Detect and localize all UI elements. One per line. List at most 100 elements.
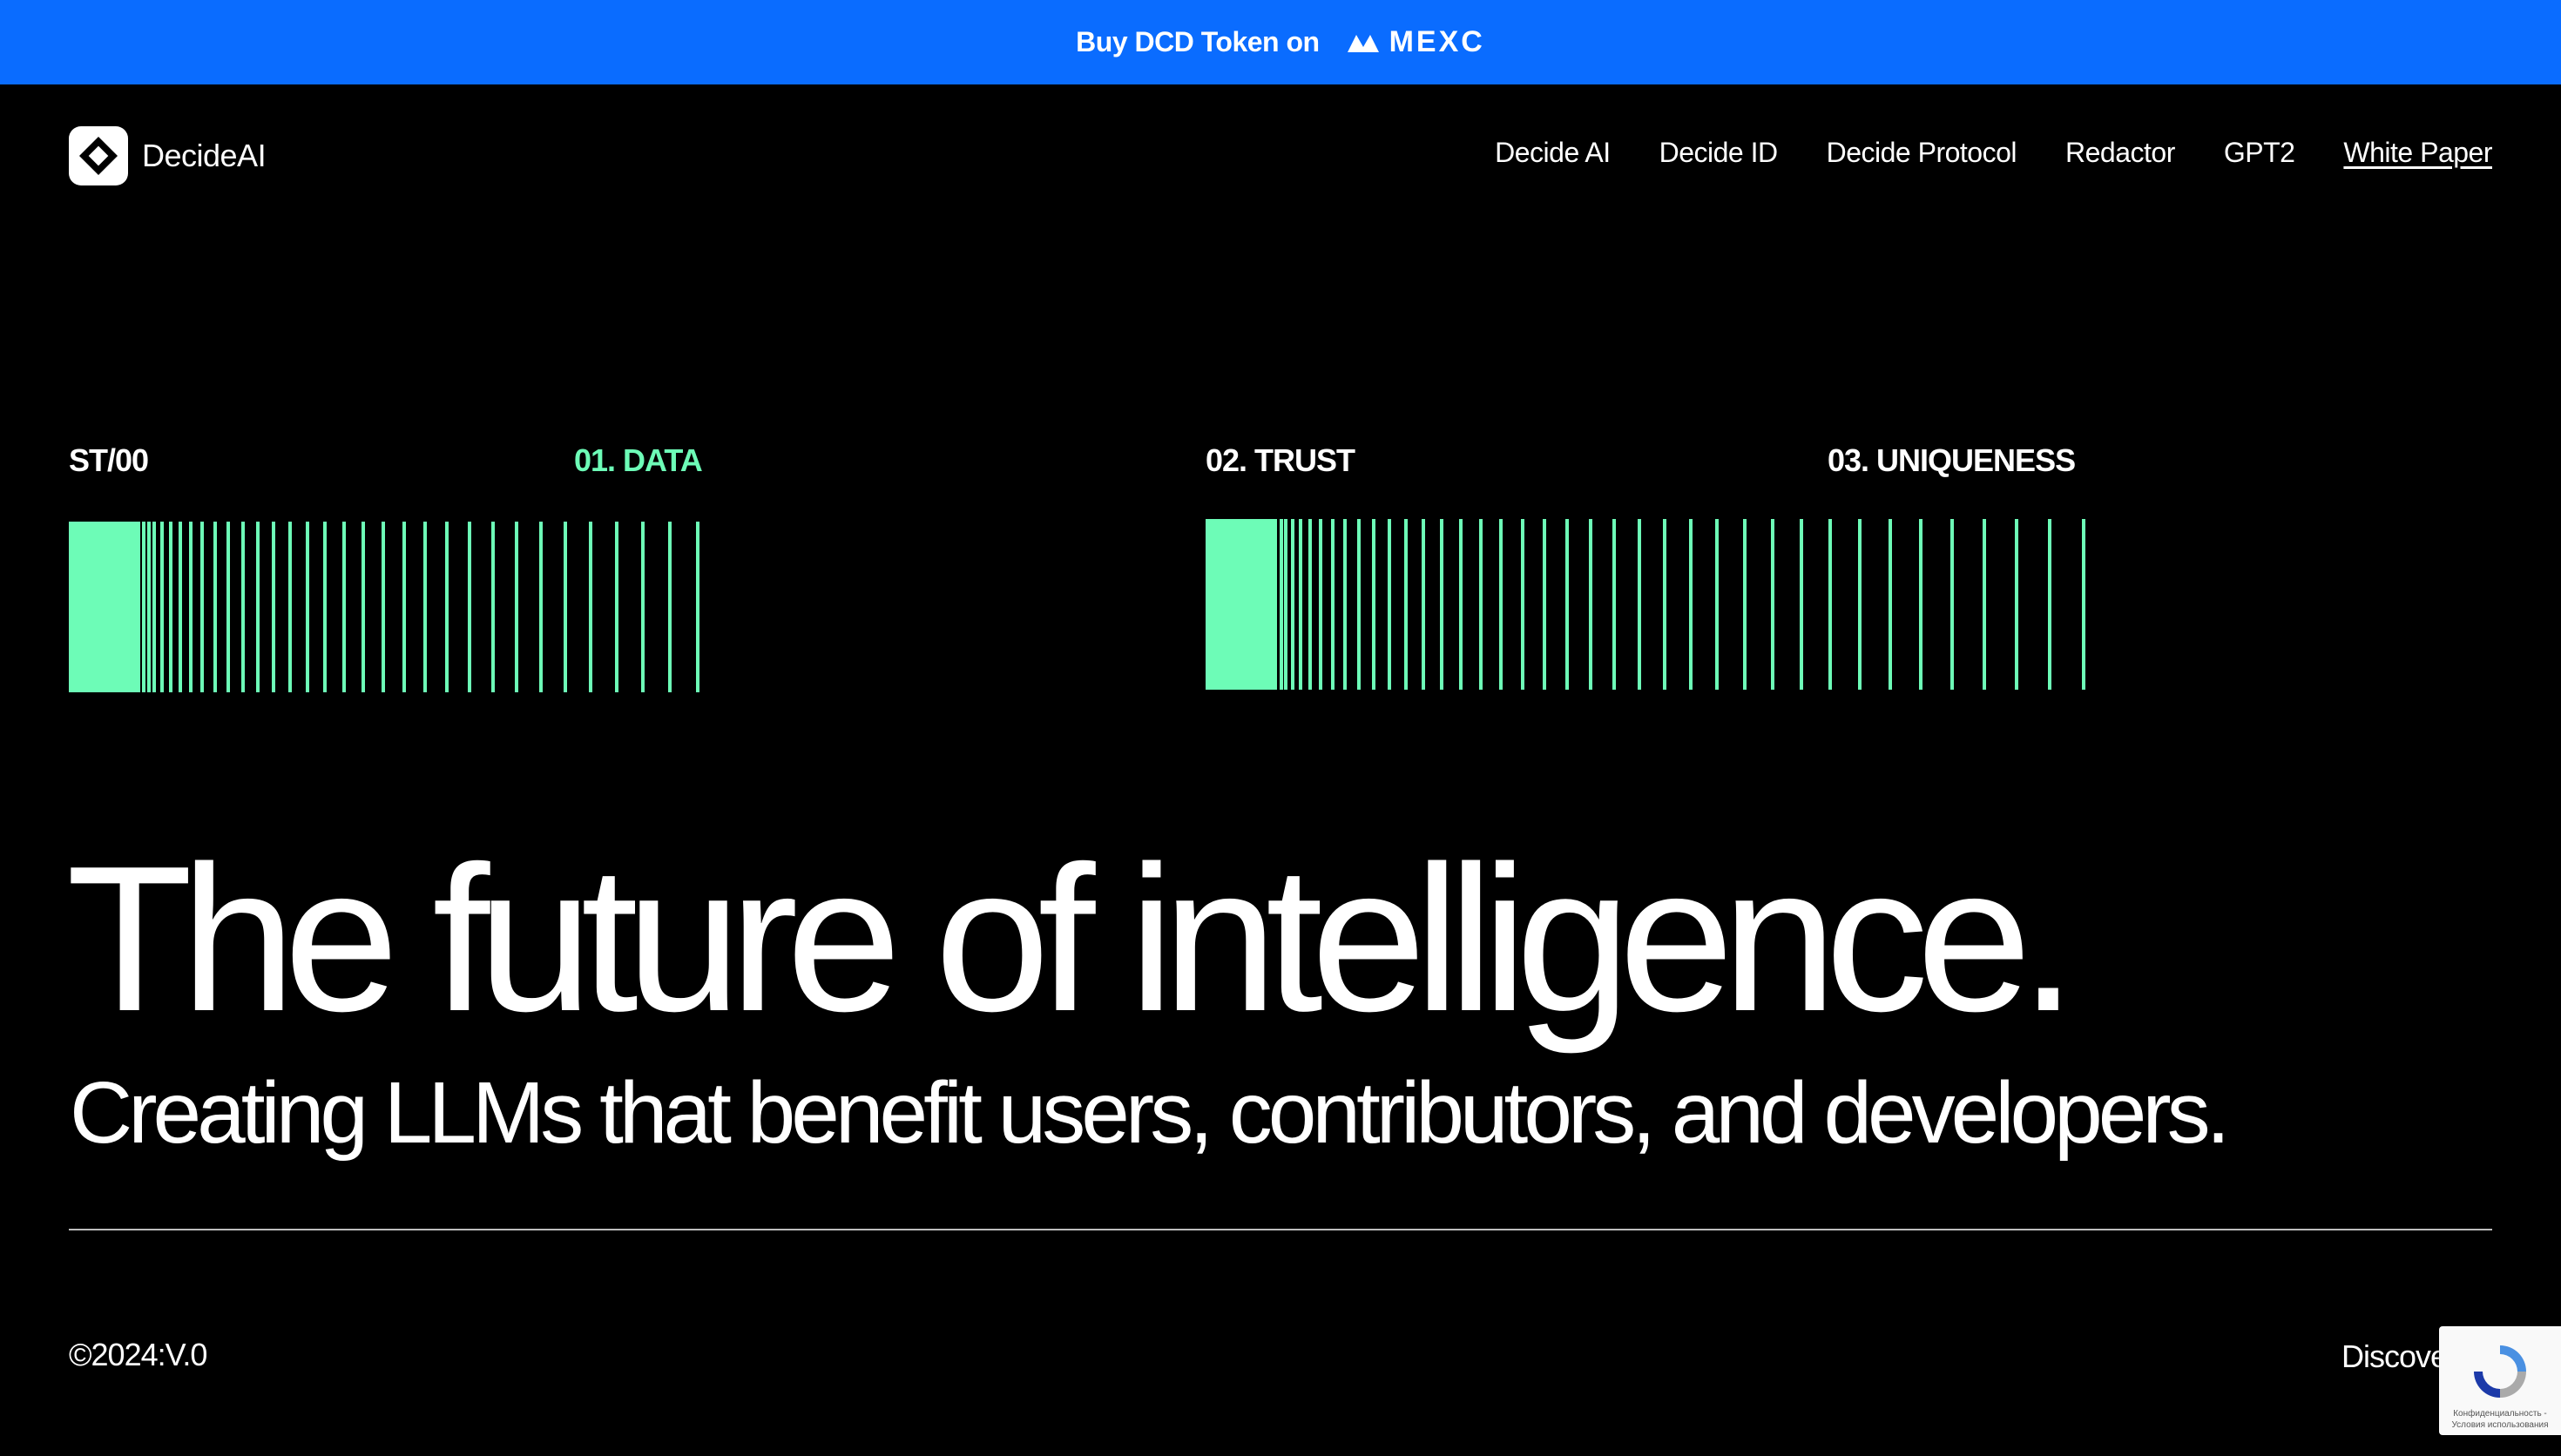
- bar-line: [342, 522, 346, 692]
- bar-line: [323, 522, 327, 692]
- bar-line: [1343, 519, 1347, 690]
- bar-line: [1771, 519, 1774, 690]
- mexc-logo-icon: [1347, 34, 1379, 52]
- nav-menu: Decide AI Decide ID Decide Protocol Reda…: [1495, 137, 2492, 169]
- bar-line: [1499, 519, 1503, 690]
- bar-line: [1440, 519, 1443, 690]
- bar-line: [1858, 519, 1862, 690]
- bar-line: [362, 522, 365, 692]
- logo-link[interactable]: DecideAI: [69, 126, 267, 185]
- bar-line: [1543, 519, 1546, 690]
- bar-line: [1983, 519, 1986, 690]
- token-banner[interactable]: Buy DCD Token on MEXC: [0, 0, 2561, 84]
- bar-line: [147, 522, 151, 692]
- bar-line: [491, 522, 495, 692]
- bar-line: [382, 522, 385, 692]
- decideai-logo-icon: [69, 126, 128, 185]
- bar-line: [213, 522, 217, 692]
- bar-line: [1612, 519, 1616, 690]
- recaptcha-badge[interactable]: Конфиденциальность - Условия использован…: [2439, 1326, 2561, 1435]
- bar-line: [1689, 519, 1693, 690]
- bar-line: [1800, 519, 1803, 690]
- recaptcha-icon: [2474, 1345, 2526, 1398]
- bar-line: [615, 522, 618, 692]
- bar-line: [1663, 519, 1666, 690]
- bar-line: [1280, 519, 1283, 690]
- bar-line: [564, 522, 567, 692]
- bar-line: [1565, 519, 1569, 690]
- bar-line: [445, 522, 449, 692]
- bar-line: [200, 522, 204, 692]
- bar-line: [668, 522, 672, 692]
- bar-line: [2082, 519, 2085, 690]
- bar-line: [1715, 519, 1719, 690]
- bar-line: [1388, 519, 1391, 690]
- bar-line: [1357, 519, 1361, 690]
- bar-line: [160, 522, 164, 692]
- nav-item-redactor[interactable]: Redactor: [2065, 137, 2175, 169]
- bar-line: [2015, 519, 2018, 690]
- bar-line: [256, 522, 260, 692]
- bar-line: [402, 522, 406, 692]
- bar-line: [1404, 519, 1408, 690]
- bar-line: [288, 522, 292, 692]
- progress-bars-data: [69, 522, 699, 692]
- exchange-name: MEXC: [1389, 25, 1485, 58]
- bar-line: [1331, 519, 1335, 690]
- bar-line: [1372, 519, 1375, 690]
- divider: [69, 1229, 2492, 1230]
- bar-line: [1828, 519, 1832, 690]
- stage-label-data: 01. DATA: [574, 442, 703, 478]
- bar-line: [696, 522, 699, 692]
- bar-line: [1291, 519, 1294, 690]
- nav-item-gpt2[interactable]: GPT2: [2224, 137, 2295, 169]
- bar-line: [539, 522, 543, 692]
- main-nav: DecideAI Decide AI Decide ID Decide Prot…: [0, 84, 2561, 224]
- bar-line: [179, 522, 182, 692]
- stage-label-uniqueness: 03. UNIQUENESS: [1828, 442, 2076, 478]
- bar-block: [69, 522, 140, 692]
- bar-line: [306, 522, 309, 692]
- bar-line: [1950, 519, 1954, 690]
- logo-text: DecideAI: [142, 138, 267, 173]
- nav-item-decide-protocol[interactable]: Decide Protocol: [1827, 137, 2017, 169]
- bar-line: [189, 522, 193, 692]
- bar-line: [241, 522, 245, 692]
- nav-item-decide-id[interactable]: Decide ID: [1659, 137, 1779, 169]
- bar-line: [1308, 519, 1312, 690]
- bar-line: [423, 522, 427, 692]
- bar-line: [515, 522, 518, 692]
- bar-line: [1919, 519, 1922, 690]
- bar-line: [1479, 519, 1483, 690]
- stage-label-trust: 02. TRUST: [1206, 442, 1355, 478]
- bar-line: [589, 522, 592, 692]
- banner-text: Buy DCD Token on: [1076, 26, 1320, 57]
- stage-current: ST/00: [69, 442, 149, 478]
- bar-line: [272, 522, 275, 692]
- recaptcha-text: Конфиденциальность - Условия использован…: [2451, 1409, 2549, 1430]
- bar-line: [1638, 519, 1641, 690]
- nav-item-decide-ai[interactable]: Decide AI: [1495, 137, 1611, 169]
- nav-item-white-paper[interactable]: White Paper: [2343, 137, 2492, 169]
- bar-line: [1422, 519, 1425, 690]
- bar-block: [1206, 519, 1277, 690]
- hero-subline: Creating LLMs that benefit users, contri…: [70, 1064, 2230, 1162]
- bar-line: [226, 522, 230, 692]
- bar-line: [142, 522, 145, 692]
- bar-line: [2048, 519, 2051, 690]
- bar-line: [641, 522, 645, 692]
- bar-line: [1589, 519, 1592, 690]
- bar-line: [1284, 519, 1287, 690]
- progress-bars-trust: [1206, 519, 2085, 690]
- bar-line: [1521, 519, 1524, 690]
- bar-line: [169, 522, 172, 692]
- bar-line: [152, 522, 156, 692]
- copyright: ©2024:V.0: [69, 1337, 207, 1372]
- bar-line: [1459, 519, 1463, 690]
- mexc-link[interactable]: MEXC: [1346, 25, 1485, 59]
- bar-line: [468, 522, 471, 692]
- bar-line: [1319, 519, 1322, 690]
- bar-line: [1889, 519, 1892, 690]
- bar-line: [1299, 519, 1302, 690]
- bar-line: [1743, 519, 1747, 690]
